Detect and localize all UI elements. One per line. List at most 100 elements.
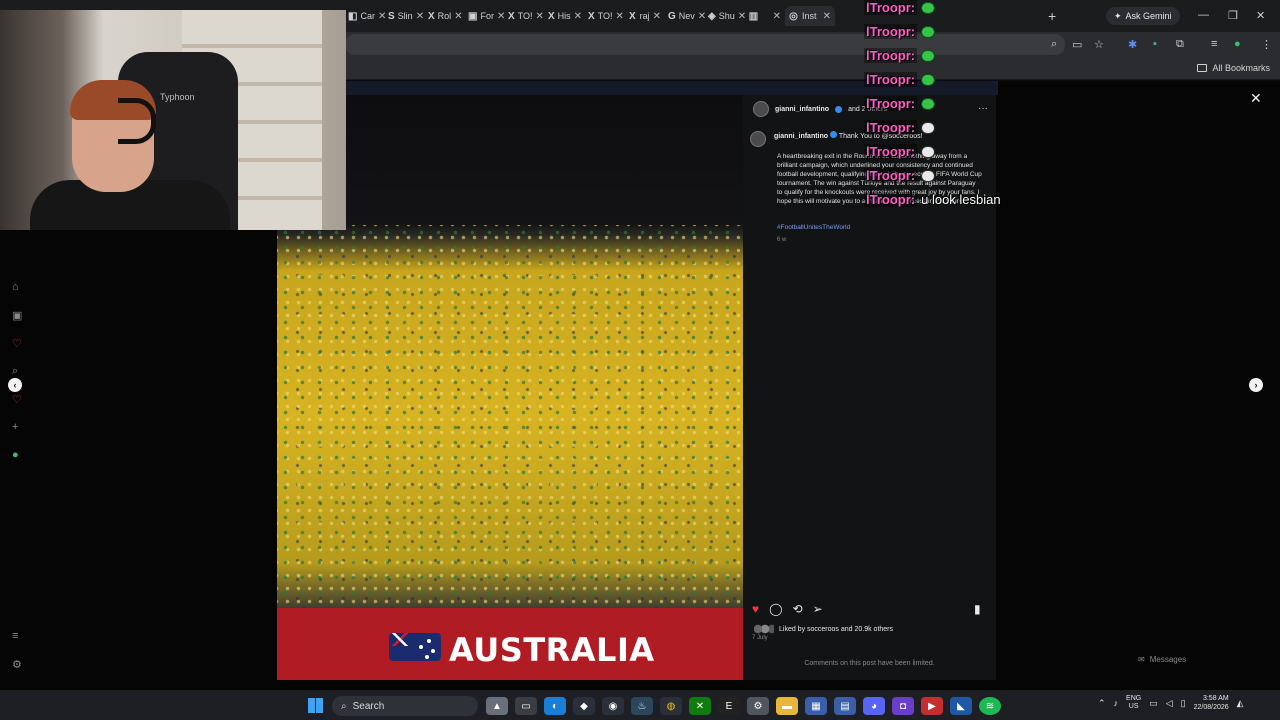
post-time: 6 w [777, 237, 787, 243]
close-tab-icon[interactable]: ✕ [378, 11, 385, 22]
chevron-up-icon[interactable]: ⌃ [1098, 698, 1106, 709]
ask-gemini-button[interactable]: ✦ Ask Gemini [1106, 7, 1180, 25]
like-heart-icon[interactable]: ♥ [752, 602, 759, 616]
vpn-icon[interactable]: ◆ [573, 697, 595, 715]
browser-tab[interactable]: Xraj ✕ [625, 6, 665, 26]
browser-tab[interactable]: X TO! ✕ [505, 6, 545, 26]
browser-tab[interactable]: G Nev ✕ [665, 6, 705, 26]
chat-message: lTroopr: [864, 24, 936, 39]
edge-icon[interactable]: ◐ [544, 697, 566, 715]
language-indicator[interactable]: ENG US [1126, 695, 1141, 711]
taskbar-search[interactable]: ⌕ Search [332, 696, 478, 716]
chrome-icon[interactable]: ◍ [660, 697, 682, 715]
extension-bluetooth-icon[interactable]: ✱ [1128, 38, 1137, 51]
browser-tab[interactable]: X His ✕ [545, 6, 585, 26]
chat-message: lTroopr: [864, 120, 936, 135]
reels-icon[interactable]: ▣ [12, 309, 22, 322]
bookmark-icon[interactable]: ▮ [974, 602, 981, 616]
extensions-icon[interactable]: ⧉ [1176, 38, 1184, 51]
microphone-icon[interactable]: ♪ [1114, 698, 1119, 708]
browser-tab[interactable]: S Slin ✕ [385, 6, 425, 26]
close-post-icon[interactable]: ✕ [1250, 90, 1262, 107]
close-tab-icon[interactable]: ✕ [497, 11, 505, 22]
likes-summary[interactable]: Liked by socceroos and 20.9k others [754, 624, 893, 634]
extension-nz-icon[interactable]: ▪ [1153, 38, 1157, 50]
xbox-icon[interactable]: ✕ [689, 697, 711, 715]
restore-icon[interactable]: ❐ [1228, 9, 1238, 22]
cast-icon[interactable]: ▭ [1072, 38, 1082, 51]
star-icon[interactable]: ☆ [1094, 38, 1104, 51]
windows-start-icon[interactable] [308, 698, 323, 713]
close-tab-icon[interactable]: ✕ [698, 11, 705, 22]
chat-message: lTroopr: [864, 72, 936, 87]
browser-tab[interactable]: X Rol ✕ [425, 6, 465, 26]
clock[interactable]: 3:58 AM 22/08/2026 [1194, 694, 1229, 712]
close-tab-icon[interactable]: ✕ [536, 11, 544, 22]
browser-tab[interactable]: ▣ For ✕ [465, 6, 505, 26]
messages-button[interactable]: ✉ Messages [1138, 655, 1186, 664]
hashtag-link[interactable]: #FootballUnitesTheWorld [777, 224, 850, 231]
spotify-icon[interactable]: ≋ [979, 697, 1001, 715]
next-post-button[interactable]: › [1249, 378, 1263, 392]
browser-tab[interactable]: X TO! ✕ [585, 6, 625, 26]
epic-games-icon[interactable]: E [718, 697, 740, 715]
profile-avatar-icon[interactable]: ● [12, 449, 19, 461]
browser-tab[interactable]: ◧ Car ✕ [345, 6, 385, 26]
chat-text: u look lesbian [921, 192, 1001, 207]
green-emote-icon [921, 97, 936, 110]
repost-icon[interactable]: ⟲ [793, 602, 803, 616]
more-menu-icon[interactable]: ≡ [12, 630, 18, 642]
zoom-icon[interactable]: ⌕ [1051, 38, 1057, 51]
close-tab-icon[interactable]: ✕ [823, 11, 831, 22]
task-view-icon[interactable]: ▭ [515, 697, 537, 715]
browser-tab[interactable]: ◎ Inst ✕ [785, 6, 835, 26]
settings-icon[interactable]: ⚙ [747, 697, 769, 715]
close-tab-icon[interactable]: ✕ [416, 11, 424, 22]
browser-tab[interactable]: ▥ ✕ [745, 6, 785, 26]
caption-author[interactable]: gianni_infantino [774, 133, 828, 140]
store-icon[interactable]: ▦ [805, 697, 827, 715]
home-icon[interactable]: ⌂ [12, 281, 19, 293]
caption-avatar[interactable] [750, 131, 766, 147]
battery-icon[interactable]: ▯ [1181, 698, 1186, 709]
previous-post-button[interactable]: ‹ [8, 378, 22, 392]
all-bookmarks-button[interactable]: All Bookmarks [1197, 63, 1270, 73]
author-name[interactable]: gianni_infantino [775, 106, 829, 113]
close-tab-icon[interactable]: ✕ [773, 11, 781, 22]
close-tab-icon[interactable]: ✕ [653, 11, 661, 22]
notification-bell-icon[interactable]: ◭ [1237, 698, 1244, 709]
new-tab-icon[interactable]: + [1048, 8, 1056, 24]
file-explorer-icon[interactable]: ▬ [776, 697, 798, 715]
meta-icon[interactable]: ⚙ [12, 658, 22, 671]
notifications-icon[interactable]: ♡ [12, 337, 22, 350]
minimize-icon[interactable]: — [1198, 9, 1209, 21]
close-tab-icon[interactable]: ✕ [738, 11, 745, 22]
post-image[interactable]: AUSTRALIA [277, 95, 743, 680]
app-icon[interactable]: ▤ [834, 697, 856, 715]
network-icon[interactable]: ▭ [1149, 698, 1158, 709]
steam-icon[interactable]: ♨ [631, 697, 653, 715]
search-icon[interactable]: ⌕ [12, 365, 18, 378]
proton-icon[interactable]: ◘ [892, 697, 914, 715]
liked-by-text[interactable]: Liked by socceroos and 20.9k others [779, 626, 893, 633]
close-window-icon[interactable]: ✕ [1256, 9, 1265, 22]
close-tab-icon[interactable]: ✕ [574, 11, 582, 22]
tab-search-icon[interactable]: ≡ [1211, 38, 1217, 50]
author-avatar[interactable] [753, 101, 769, 117]
close-tab-icon[interactable]: ✕ [616, 11, 624, 22]
post-date: 7 July [752, 635, 768, 641]
discord-icon[interactable]: ◕ [863, 697, 885, 715]
comment-icon[interactable]: ◯ [769, 602, 782, 616]
browser-tab[interactable]: ◈ Shu ✕ [705, 6, 745, 26]
menu-icon[interactable]: ⋮ [1261, 38, 1272, 51]
landscape-widget-icon[interactable]: ▲ [486, 697, 508, 715]
share-icon[interactable]: ➢ [813, 602, 823, 616]
profile-icon[interactable]: ● [1234, 38, 1241, 50]
vscode-icon[interactable]: ◣ [950, 697, 972, 715]
activity-icon[interactable]: ♡ [12, 393, 22, 406]
close-tab-icon[interactable]: ✕ [454, 11, 462, 22]
media-app-icon[interactable]: ▶ [921, 697, 943, 715]
volume-icon[interactable]: ◁ [1166, 698, 1173, 709]
obs-icon[interactable]: ◉ [602, 697, 624, 715]
create-icon[interactable]: + [12, 421, 18, 433]
